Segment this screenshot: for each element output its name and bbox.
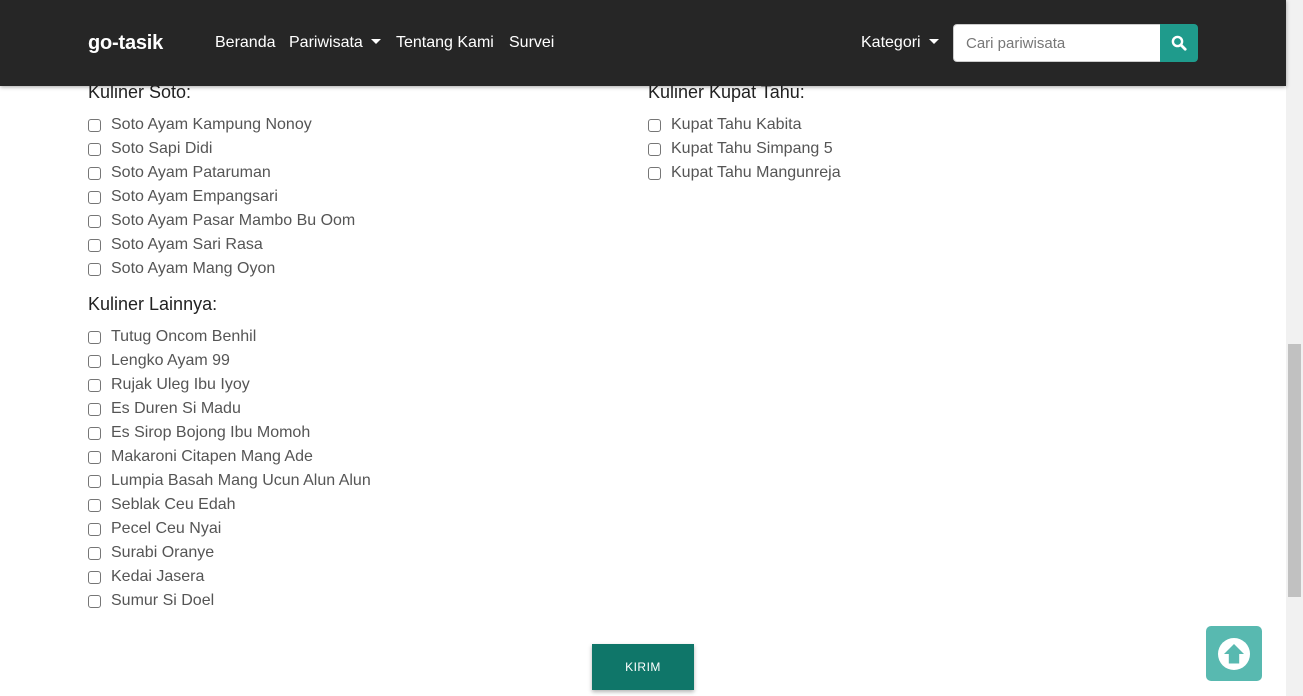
checkbox[interactable]: [648, 118, 661, 132]
checkbox-label: Soto Sapi Didi: [111, 140, 213, 157]
checkbox[interactable]: [88, 570, 101, 584]
checkbox-label: Sumur Si Doel: [111, 592, 215, 609]
checkbox-item[interactable]: Es Duren Si Madu: [88, 399, 241, 419]
checkbox[interactable]: [88, 214, 101, 228]
checkbox-label: Es Sirop Bojong Ibu Momoh: [111, 424, 311, 441]
checkbox-label: Rujak Uleg Ibu Iyoy: [111, 376, 250, 393]
checkbox-item[interactable]: Lengko Ayam 99: [88, 351, 230, 371]
checkbox-label: Soto Ayam Pasar Mambo Bu Oom: [111, 212, 356, 229]
checkbox-item[interactable]: Seblak Ceu Edah: [88, 495, 236, 515]
back-to-top-button[interactable]: [1206, 626, 1262, 681]
checkbox[interactable]: [88, 546, 101, 560]
checkbox-label: Lumpia Basah Mang Ucun Alun Alun: [111, 472, 371, 489]
checkbox[interactable]: [88, 330, 101, 344]
page-scrollbar[interactable]: [1286, 0, 1303, 696]
checkbox-label: Lengko Ayam 99: [111, 352, 230, 369]
checkbox-item[interactable]: Soto Sapi Didi: [88, 139, 212, 159]
checkbox-label: Soto Ayam Sari Rasa: [111, 236, 263, 253]
checkbox-item[interactable]: Es Sirop Bojong Ibu Momoh: [88, 423, 310, 443]
checkbox-item[interactable]: Soto Ayam Sari Rasa: [88, 235, 263, 255]
checkbox-label: Soto Ayam Pataruman: [111, 164, 271, 181]
checkbox[interactable]: [88, 238, 101, 252]
nav-link-beranda[interactable]: Beranda: [215, 34, 276, 52]
caret-down-icon: [928, 39, 939, 44]
checkbox-item[interactable]: Pecel Ceu Nyai: [88, 519, 221, 539]
search-icon: [1171, 35, 1187, 51]
checkbox[interactable]: [88, 118, 101, 132]
brand-logo[interactable]: go-tasik: [88, 32, 163, 55]
scrollbar-thumb[interactable]: [1288, 344, 1301, 597]
checkbox-label: Pecel Ceu Nyai: [111, 520, 222, 537]
checkbox[interactable]: [88, 166, 101, 180]
nav-dropdown-pariwisata[interactable]: Pariwisata: [289, 34, 381, 52]
checkbox-label: Kupat Tahu Kabita: [671, 116, 802, 133]
checkbox-label: Soto Ayam Kampung Nonoy: [111, 116, 312, 133]
section-title-lainnya: Kuliner Lainnya:: [88, 294, 218, 314]
checkbox[interactable]: [88, 262, 101, 276]
checkbox-item[interactable]: Tutug Oncom Benhil: [88, 327, 256, 347]
checkbox[interactable]: [88, 354, 101, 368]
checkbox-item[interactable]: Soto Ayam Mang Oyon: [88, 259, 275, 279]
checkbox-item[interactable]: Kedai Jasera: [88, 567, 204, 587]
checkbox-label: Makaroni Citapen Mang Ade: [111, 448, 313, 465]
checkbox-item[interactable]: Rujak Uleg Ibu Iyoy: [88, 375, 250, 395]
checkbox-item[interactable]: Surabi Oranye: [88, 543, 214, 563]
submit-button[interactable]: KIRIM: [592, 644, 694, 690]
checkbox[interactable]: [88, 498, 101, 512]
checkbox[interactable]: [88, 190, 101, 204]
search-button[interactable]: [1160, 24, 1198, 62]
checkbox-item[interactable]: Soto Ayam Pasar Mambo Bu Oom: [88, 211, 355, 231]
nav-link-survei[interactable]: Survei: [509, 34, 554, 52]
checkbox-item[interactable]: Soto Ayam Kampung Nonoy: [88, 115, 312, 135]
checkbox-item[interactable]: Sumur Si Doel: [88, 591, 214, 611]
arrow-up-circle-icon: [1218, 637, 1250, 670]
search-form: [953, 24, 1198, 62]
checkbox-label: Kedai Jasera: [111, 568, 205, 585]
checkbox-item[interactable]: Soto Ayam Empangsari: [88, 187, 278, 207]
checkbox[interactable]: [88, 426, 101, 440]
checkbox-item[interactable]: Kupat Tahu Mangunreja: [648, 163, 841, 183]
nav-dropdown-kategori-label: Kategori: [861, 34, 921, 51]
checkbox-label: Kupat Tahu Simpang 5: [671, 140, 833, 157]
checkbox-item[interactable]: Kupat Tahu Simpang 5: [648, 139, 833, 159]
checkbox-label: Surabi Oranye: [111, 544, 215, 561]
nav-dropdown-pariwisata-label: Pariwisata: [289, 34, 363, 51]
checkbox[interactable]: [648, 142, 661, 156]
search-input[interactable]: [953, 24, 1160, 62]
checkbox-label: Seblak Ceu Edah: [111, 496, 236, 513]
nav-dropdown-kategori[interactable]: Kategori: [861, 34, 939, 52]
checkbox[interactable]: [88, 402, 101, 416]
nav-link-tentang-kami[interactable]: Tentang Kami: [396, 34, 494, 52]
checkbox-item[interactable]: Lumpia Basah Mang Ucun Alun Alun: [88, 471, 371, 491]
checkbox-item[interactable]: Makaroni Citapen Mang Ade: [88, 447, 313, 467]
checkbox[interactable]: [88, 378, 101, 392]
checkbox-label: Soto Ayam Mang Oyon: [111, 260, 276, 277]
checkbox[interactable]: [88, 450, 101, 464]
caret-down-icon: [370, 39, 381, 44]
checkbox[interactable]: [88, 142, 101, 156]
checkbox-label: Es Duren Si Madu: [111, 400, 241, 417]
checkbox[interactable]: [88, 474, 101, 488]
checkbox-item[interactable]: Kupat Tahu Kabita: [648, 115, 801, 135]
checkbox[interactable]: [648, 166, 661, 180]
top-navbar: go-tasik Beranda Pariwisata Tentang Kami…: [0, 0, 1286, 86]
checkbox-item[interactable]: Soto Ayam Pataruman: [88, 163, 271, 183]
checkbox[interactable]: [88, 594, 101, 608]
checkbox-label: Kupat Tahu Mangunreja: [671, 164, 841, 181]
checkbox-label: Tutug Oncom Benhil: [111, 328, 257, 345]
checkbox[interactable]: [88, 522, 101, 536]
checkbox-label: Soto Ayam Empangsari: [111, 188, 278, 205]
